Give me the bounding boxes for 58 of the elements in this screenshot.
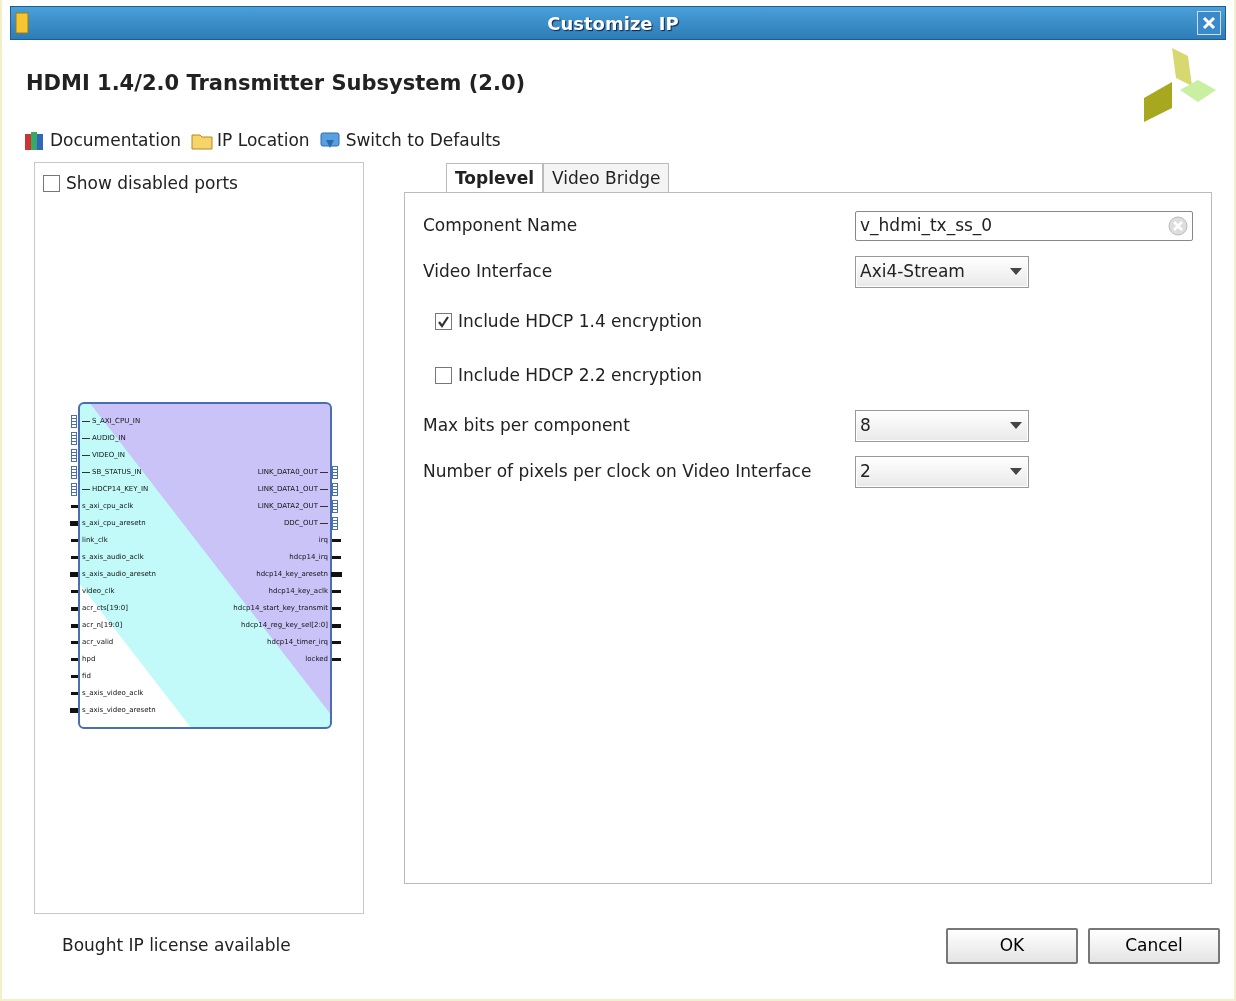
checkbox-label: Show disabled ports: [66, 171, 238, 195]
checkbox-label: Include HDCP 2.2 encryption: [458, 363, 703, 387]
pin-line: [82, 438, 90, 439]
port-pin: [332, 573, 341, 576]
checkbox[interactable]: [435, 313, 452, 330]
dropdown[interactable]: 8: [855, 409, 1029, 442]
check-icon: [437, 315, 450, 328]
dropdown-value: 2: [860, 459, 871, 483]
window-title: Customize IP: [547, 11, 679, 36]
logo-icon: [1142, 46, 1218, 122]
port-pin: [71, 709, 80, 712]
dialog-button[interactable]: OK: [946, 927, 1078, 964]
port-pin: [71, 573, 80, 576]
pin-line: [320, 506, 328, 507]
field-label: Number of pixels per clock on Video Interface: [423, 459, 813, 483]
port-pin: [332, 658, 341, 661]
port-pin: [332, 641, 341, 644]
caret-icon: [1010, 468, 1022, 475]
field-label: Component Name: [423, 213, 579, 237]
port-pin: [332, 539, 341, 542]
ip-title: HDMI 1.4/2.0 Transmitter Subsystem (2.0): [26, 71, 526, 97]
dropdown-value: Axi4-Stream: [860, 259, 965, 283]
dropdown[interactable]: 2: [855, 455, 1029, 488]
tab[interactable]: Toplevel: [446, 162, 543, 192]
switch-defaults-link[interactable]: Switch to Defaults: [319, 128, 501, 154]
checkbox[interactable]: [43, 174, 60, 192]
pin-line: [82, 421, 90, 422]
field-label: Max bits per component: [423, 413, 631, 437]
dialog-button[interactable]: Cancel: [1088, 927, 1220, 964]
documentation-link[interactable]: Documentation: [24, 128, 182, 154]
pin-line: [320, 489, 328, 490]
input-field[interactable]: v_hdmi_tx_ss_0: [855, 210, 1193, 241]
port-pin: [332, 556, 341, 559]
app-icon: [15, 12, 29, 34]
clear-icon: [1168, 215, 1188, 236]
field-label: Video Interface: [423, 259, 554, 283]
pin-line: [320, 472, 328, 473]
license-status: Bought IP license available: [62, 933, 291, 957]
port-pin: [332, 623, 341, 628]
checkbox-label: Include HDCP 1.4 encryption: [458, 309, 703, 333]
port-pin: [71, 522, 80, 525]
dropdown-value: 8: [860, 413, 871, 437]
pin-line: [82, 489, 90, 490]
caret-icon: [1010, 268, 1022, 275]
pin-line: [82, 472, 90, 473]
caret-icon: [1010, 422, 1022, 429]
checkbox[interactable]: [435, 367, 452, 384]
close-button[interactable]: [1197, 11, 1221, 35]
dropdown[interactable]: Axi4-Stream: [855, 255, 1029, 288]
tab[interactable]: Video Bridge: [543, 162, 670, 192]
close-icon: [1202, 16, 1216, 30]
pin-line: [82, 455, 90, 456]
ip-location-link[interactable]: IP Location: [191, 128, 310, 154]
books-icon: [24, 129, 46, 152]
field-value: v_hdmi_tx_ss_0: [860, 213, 993, 238]
pin-line: [320, 523, 328, 524]
port-pin: [332, 590, 341, 593]
port-pin: [332, 607, 341, 610]
